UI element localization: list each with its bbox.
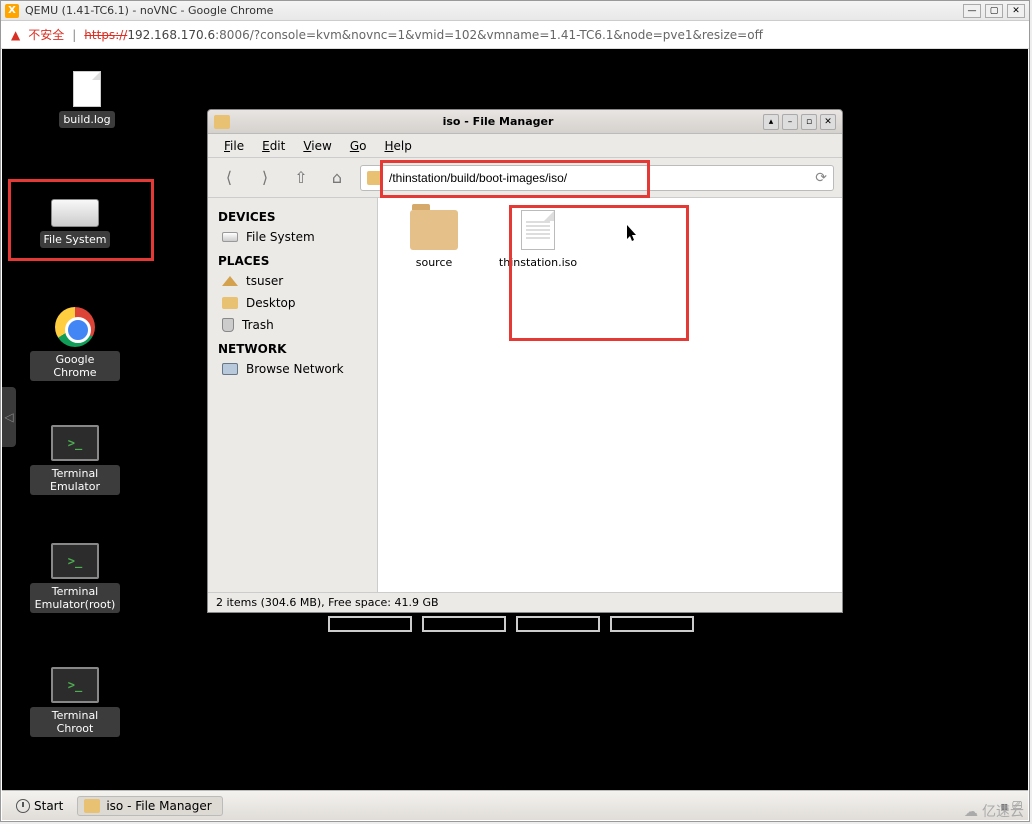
sidebar-header-network: NETWORK xyxy=(208,336,377,358)
folder-icon xyxy=(214,115,230,129)
taskbar: Start iso - File Manager ▪ ⎚ xyxy=(2,790,1028,820)
menu-file[interactable]: File xyxy=(216,137,252,155)
file-manager-window[interactable]: iso - File Manager ▴ – ▫ ✕ File Edit Vie… xyxy=(207,109,843,613)
chrome-titlebar[interactable]: X QEMU (1.41-TC6.1) - noVNC - Google Chr… xyxy=(1,1,1029,21)
url-text[interactable]: https://192.168.170.6:8006/?console=kvm&… xyxy=(84,28,763,42)
desktop-icon-label: Terminal Emulator xyxy=(30,465,120,495)
taskbar-task[interactable]: iso - File Manager xyxy=(77,796,222,816)
fm-sidebar: DEVICES File System PLACES tsuser Deskto… xyxy=(208,198,378,592)
app-icon: X xyxy=(5,4,19,18)
sidebar-item-label: Desktop xyxy=(246,296,296,310)
hidden-task-segment xyxy=(422,616,506,632)
start-label: Start xyxy=(34,799,63,813)
desktop-icon-label: Terminal Emulator(root) xyxy=(30,583,120,613)
nav-home-button[interactable]: ⌂ xyxy=(324,165,350,191)
folder-icon xyxy=(410,210,458,250)
file-item-iso[interactable]: thinstation.iso xyxy=(498,210,578,269)
close-button[interactable]: ✕ xyxy=(1007,4,1025,18)
fm-statusbar: 2 items (304.6 MB), Free space: 41.9 GB xyxy=(208,592,842,612)
document-icon xyxy=(73,71,101,107)
fm-titlebar[interactable]: iso - File Manager ▴ – ▫ ✕ xyxy=(208,110,842,134)
warning-icon: ▲ xyxy=(11,28,20,42)
fm-menubar: File Edit View Go Help xyxy=(208,134,842,158)
vnc-desktop[interactable]: ◁ build.log File System Google Chrome >_… xyxy=(2,49,1028,820)
desktop-icon-label: File System xyxy=(40,231,111,248)
fm-path-field[interactable] xyxy=(389,171,809,185)
insecure-label: 不安全 xyxy=(28,26,64,43)
novnc-handle[interactable]: ◁ xyxy=(2,387,16,447)
hidden-task-segment xyxy=(328,616,412,632)
terminal-icon: >_ xyxy=(51,425,99,461)
fm-body: DEVICES File System PLACES tsuser Deskto… xyxy=(208,198,842,592)
folder-icon xyxy=(84,799,100,813)
sidebar-header-devices: DEVICES xyxy=(208,204,377,226)
trash-icon xyxy=(222,318,234,332)
menu-help[interactable]: Help xyxy=(376,137,419,155)
fm-content-area[interactable]: source thinstation.iso xyxy=(378,198,842,592)
maximize-button[interactable]: ▢ xyxy=(985,4,1003,18)
sidebar-item-home[interactable]: tsuser xyxy=(208,270,377,292)
desktop-icon-terminal-root[interactable]: >_ Terminal Emulator(root) xyxy=(30,543,120,613)
nav-up-button[interactable]: ⇧ xyxy=(288,165,314,191)
fm-toolbar: ⟨ ⟩ ⇧ ⌂ ⟳ xyxy=(208,158,842,198)
folder-icon xyxy=(367,171,383,185)
desktop-icon-buildlog[interactable]: build.log xyxy=(42,71,132,128)
terminal-icon: >_ xyxy=(51,667,99,703)
menu-view[interactable]: View xyxy=(295,137,339,155)
file-item-label: source xyxy=(394,256,474,269)
desktop-icon-terminal-chroot[interactable]: >_ Terminal Chroot xyxy=(30,667,120,737)
taskbar-task-label: iso - File Manager xyxy=(106,799,211,813)
sidebar-item-filesystem[interactable]: File System xyxy=(208,226,377,248)
terminal-icon: >_ xyxy=(51,543,99,579)
desktop-icon-filesystem[interactable]: File System xyxy=(30,189,120,248)
sidebar-item-desktop[interactable]: Desktop xyxy=(208,292,377,314)
home-icon xyxy=(222,276,238,286)
sidebar-item-label: Trash xyxy=(242,318,274,332)
minimize-button[interactable]: — xyxy=(963,4,981,18)
file-item-label: thinstation.iso xyxy=(498,256,578,269)
tray-icon[interactable]: ▪ xyxy=(1000,799,1008,813)
drive-icon xyxy=(222,232,238,242)
file-item-folder[interactable]: source xyxy=(394,210,474,269)
hidden-task-segment xyxy=(516,616,600,632)
sidebar-item-label: File System xyxy=(246,230,315,244)
drive-icon xyxy=(51,199,99,227)
sidebar-item-trash[interactable]: Trash xyxy=(208,314,377,336)
desktop-icon-label: Google Chrome xyxy=(30,351,120,381)
sidebar-item-label: Browse Network xyxy=(246,362,344,376)
fm-title: iso - File Manager xyxy=(236,115,760,128)
fm-path-input[interactable]: ⟳ xyxy=(360,165,834,191)
menu-go[interactable]: Go xyxy=(342,137,375,155)
chrome-icon xyxy=(55,307,95,347)
sidebar-header-places: PLACES xyxy=(208,248,377,270)
fm-close-button[interactable]: ✕ xyxy=(820,114,836,130)
chrome-window: X QEMU (1.41-TC6.1) - noVNC - Google Chr… xyxy=(0,0,1030,822)
power-icon xyxy=(16,799,30,813)
start-button[interactable]: Start xyxy=(8,797,71,815)
chrome-title-text: QEMU (1.41-TC6.1) - noVNC - Google Chrom… xyxy=(25,4,963,17)
folder-icon xyxy=(222,297,238,309)
desktop-icon-terminal[interactable]: >_ Terminal Emulator xyxy=(30,425,120,495)
chrome-address-bar[interactable]: ▲ 不安全 | https://192.168.170.6:8006/?cons… xyxy=(1,21,1029,49)
fm-maximize-button[interactable]: ▫ xyxy=(801,114,817,130)
sidebar-item-label: tsuser xyxy=(246,274,283,288)
system-tray[interactable]: ▪ ⎚ xyxy=(1000,798,1022,813)
file-icon xyxy=(521,210,555,250)
url-separator: | xyxy=(72,28,76,42)
fm-up-button[interactable]: ▴ xyxy=(763,114,779,130)
nav-forward-button[interactable]: ⟩ xyxy=(252,165,278,191)
fm-status-text: 2 items (304.6 MB), Free space: 41.9 GB xyxy=(216,596,439,609)
desktop-icon-label: Terminal Chroot xyxy=(30,707,120,737)
network-icon xyxy=(222,363,238,375)
desktop-icon-label: build.log xyxy=(59,111,114,128)
menu-edit[interactable]: Edit xyxy=(254,137,293,155)
tray-icon[interactable]: ⎚ xyxy=(1012,798,1022,813)
desktop-icon-chrome[interactable]: Google Chrome xyxy=(30,307,120,381)
fm-minimize-button[interactable]: – xyxy=(782,114,798,130)
reload-icon[interactable]: ⟳ xyxy=(815,170,827,186)
nav-back-button[interactable]: ⟨ xyxy=(216,165,242,191)
hidden-task-segment xyxy=(610,616,694,632)
sidebar-item-network[interactable]: Browse Network xyxy=(208,358,377,380)
